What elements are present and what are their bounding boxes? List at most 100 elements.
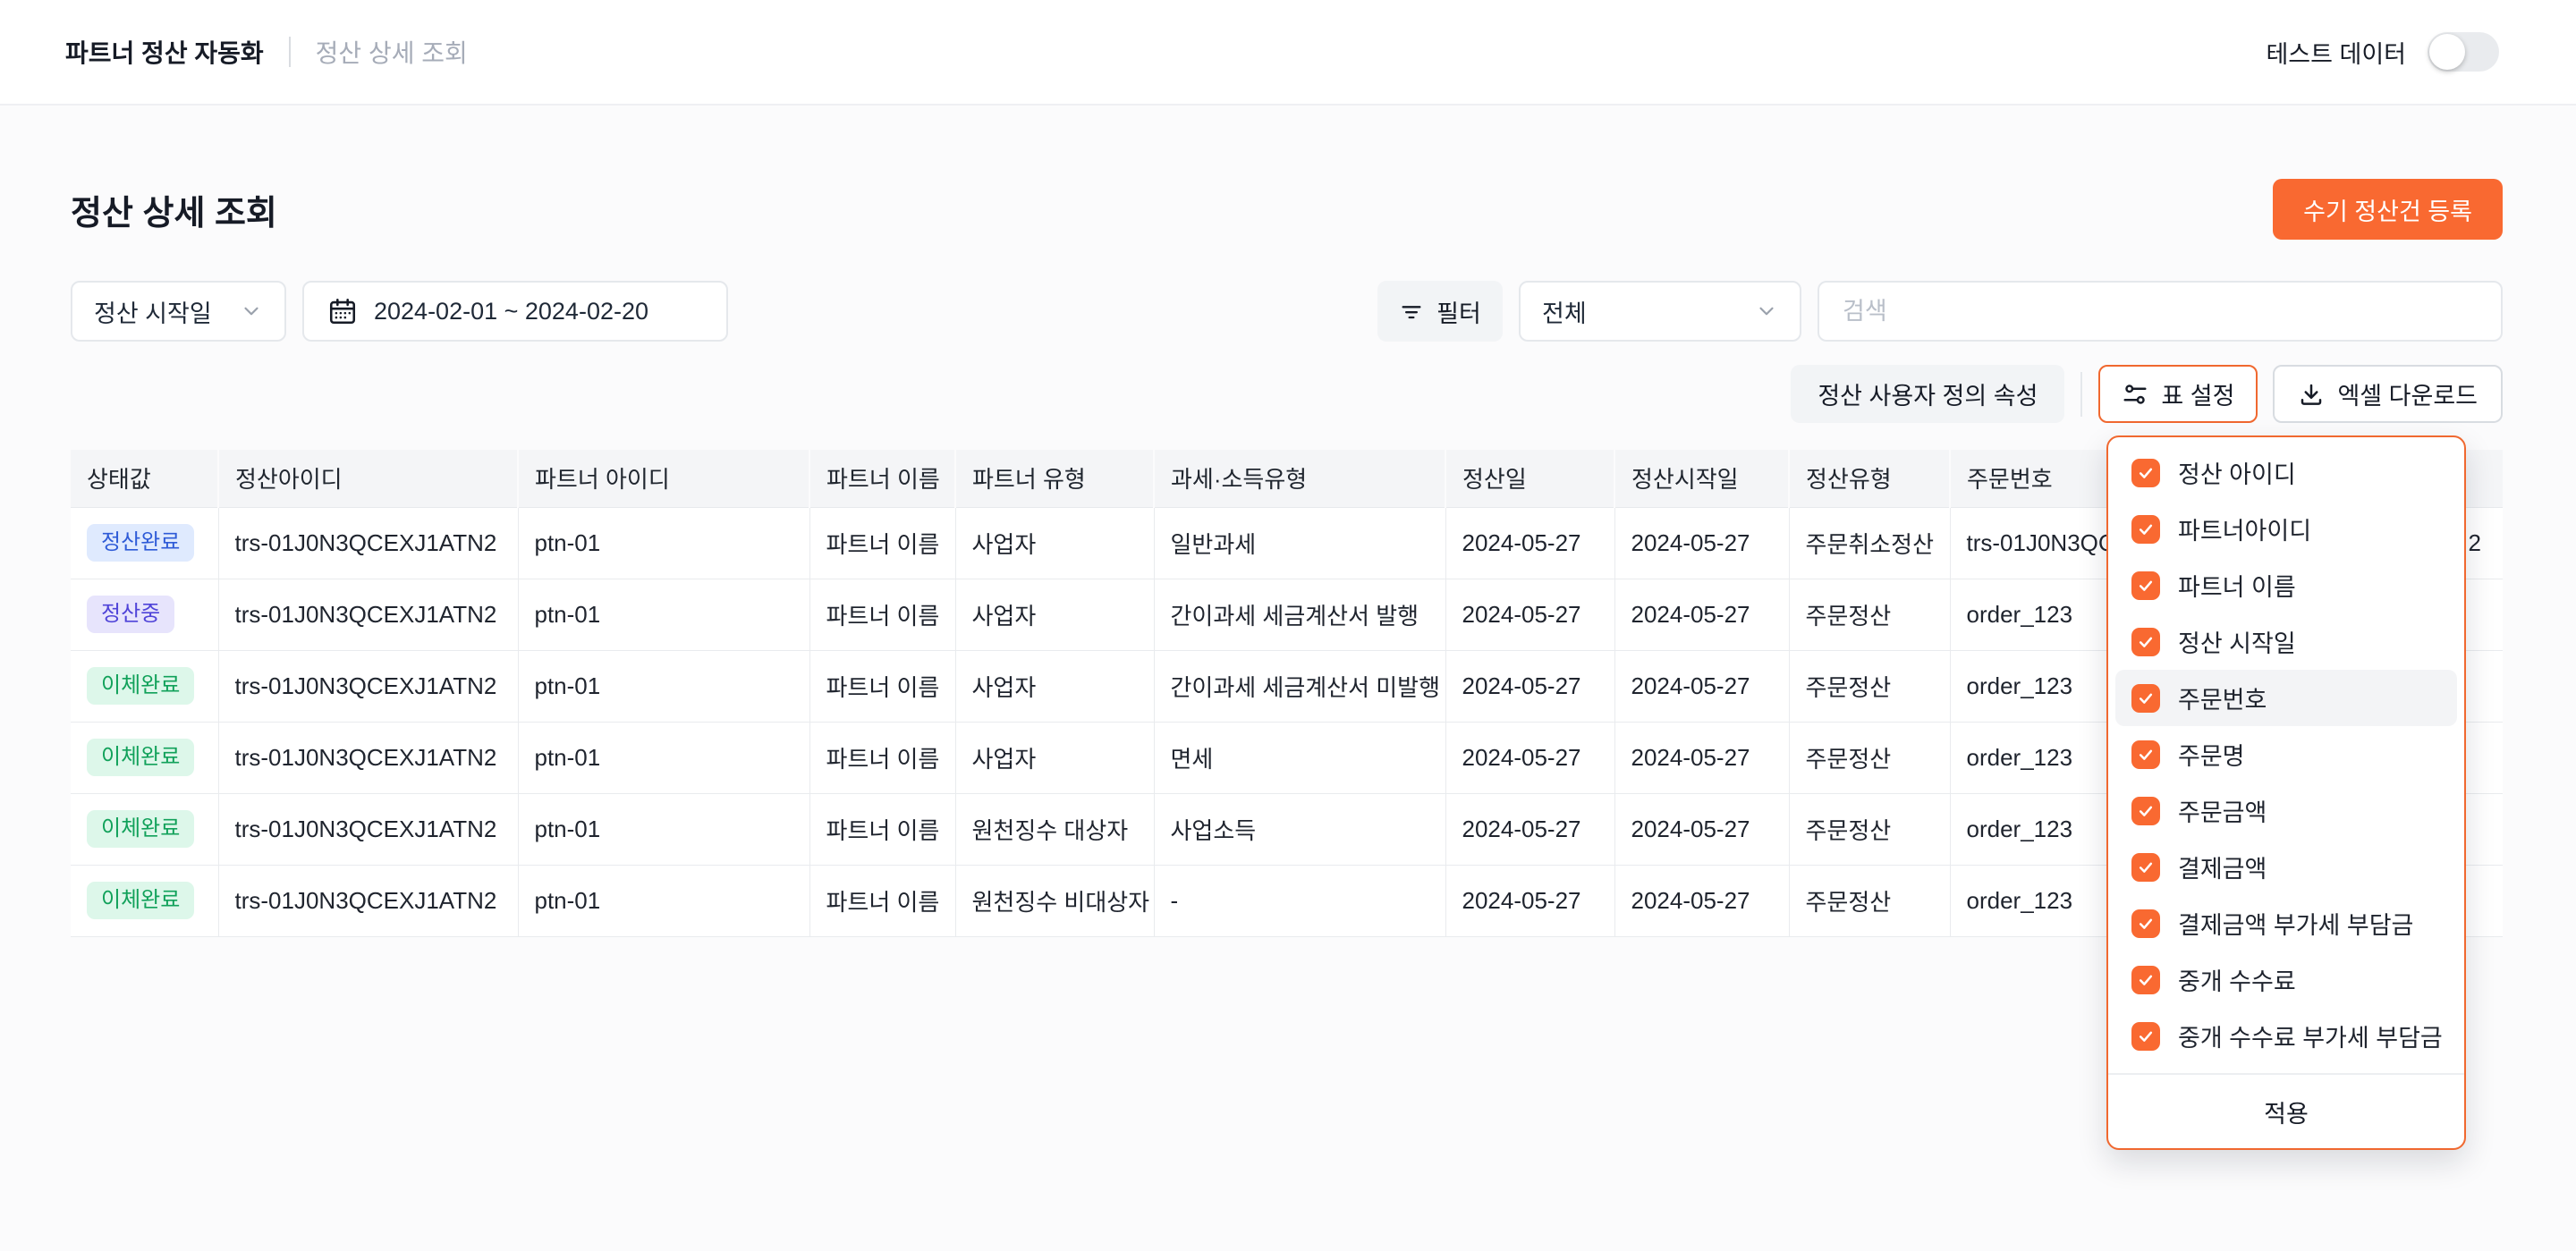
table-cell: ptn-01 [518,865,809,936]
column-header[interactable]: 파트너 이름 [809,450,955,507]
date-range-value: 2024-02-01 ~ 2024-02-20 [374,298,648,325]
status-badge: 정산완료 [87,524,194,562]
status-cell: 이체완료 [71,722,218,793]
table-cell: trs-01J0N3QCEXJ1ATN2 [218,722,518,793]
column-toggle-label: 파트너아이디 [2178,511,2311,546]
checkbox-checked-icon[interactable] [2131,628,2160,656]
table-cell: 원천징수 비대상자 [955,865,1154,936]
table-cell: 2024-05-27 [1445,579,1614,650]
column-header[interactable]: 정산시작일 [1614,450,1789,507]
column-toggle-item[interactable]: 정산 시작일 [2115,613,2457,670]
table-cell: 2024-05-27 [1614,507,1789,579]
calendar-icon [327,296,358,326]
table-cell: 2024-05-27 [1614,722,1789,793]
column-header[interactable]: 과세·소득유형 [1154,450,1445,507]
table-cell: trs-01J0N3QCEXJ1ATN2 [218,865,518,936]
table-cell: 주문정산 [1789,865,1950,936]
table-cell: 주문정산 [1789,722,1950,793]
column-toggle-item[interactable]: 주문번호 [2115,670,2457,726]
table-cell: 간이과세 세금계산서 미발행 [1154,650,1445,722]
checkbox-checked-icon[interactable] [2131,684,2160,713]
table-cell: ptn-01 [518,579,809,650]
filter-button[interactable]: 필터 [1377,281,1503,342]
table-settings-label: 표 설정 [2161,376,2234,411]
status-cell: 정산완료 [71,507,218,579]
table-cell: 2024-05-27 [1445,793,1614,865]
table-cell: 파트너 이름 [809,650,955,722]
column-toggle-item[interactable]: 주문명 [2115,726,2457,782]
column-toggle-label: 파트너 이름 [2178,568,2296,603]
table-cell: ptn-01 [518,722,809,793]
table-cell: 주문정산 [1789,793,1950,865]
test-data-label: 테스트 데이터 [2266,35,2406,70]
status-badge: 이체완료 [87,739,194,776]
checkbox-checked-icon[interactable] [2131,740,2160,769]
custom-attributes-button[interactable]: 정산 사용자 정의 속성 [1791,365,2064,423]
column-header[interactable]: 상태값 [71,450,218,507]
filter-row: 정산 시작일 2024-02-01 ~ 2024-02-20 필터 전체 [71,281,2503,342]
column-header[interactable]: 파트너 유형 [955,450,1154,507]
column-toggle-item[interactable]: 중개 수수료 부가세 부담금 [2115,1008,2457,1064]
table-cell: trs-01J0N3QCEXJ1ATN2 [218,650,518,722]
date-range-picker[interactable]: 2024-02-01 ~ 2024-02-20 [302,281,728,342]
table-cell: ptn-01 [518,793,809,865]
column-header[interactable]: 정산아이디 [218,450,518,507]
table-cell: 2024-05-27 [1614,650,1789,722]
download-icon [2298,381,2325,408]
table-settings-button[interactable]: 표 설정 [2098,365,2258,423]
table-cell: 2024-05-27 [1614,865,1789,936]
apply-button[interactable]: 적용 [2108,1075,2464,1148]
column-toggle-item[interactable]: 파트너아이디 [2115,501,2457,557]
status-cell: 정산중 [71,579,218,650]
sliders-icon [2122,381,2148,408]
table-cell: 2024-05-27 [1614,579,1789,650]
breadcrumb: 파트너 정산 자동화 정산 상세 조회 [65,34,468,70]
status-badge: 이체완료 [87,882,194,919]
column-toggle-item[interactable]: 정산 아이디 [2115,444,2457,501]
breadcrumb-current: 정산 상세 조회 [316,34,468,70]
scope-select-value: 전체 [1542,294,1587,329]
search-input[interactable] [1818,281,2503,342]
checkbox-checked-icon[interactable] [2131,459,2160,487]
table-cell: 파트너 이름 [809,507,955,579]
status-cell: 이체완료 [71,865,218,936]
column-toggle-item[interactable]: 중개 수수료 [2115,951,2457,1008]
column-toggle-label: 결제금액 [2178,849,2267,884]
column-header[interactable]: 파트너 아이디 [518,450,809,507]
table-cell: 파트너 이름 [809,579,955,650]
table-cell: 사업자 [955,507,1154,579]
column-toggle-item[interactable]: 주문금액 [2115,782,2457,839]
column-toggle-label: 중개 수수료 [2178,962,2296,997]
column-toggle-label: 주문명 [2178,737,2245,772]
column-toggle-label: 주문번호 [2178,680,2267,715]
app-title[interactable]: 파트너 정산 자동화 [65,34,264,70]
table-cell: trs-01J0N3QCEXJ1ATN2 [218,579,518,650]
scope-select[interactable]: 전체 [1519,281,1801,342]
column-toggle-item[interactable]: 결제금액 부가세 부담금 [2115,895,2457,951]
column-toggle-item[interactable]: 결제금액 [2115,839,2457,895]
checkbox-checked-icon[interactable] [2131,1022,2160,1051]
checkbox-checked-icon[interactable] [2131,515,2160,544]
date-field-select[interactable]: 정산 시작일 [71,281,286,342]
table-cell: 파트너 이름 [809,722,955,793]
column-header[interactable]: 정산유형 [1789,450,1950,507]
checkbox-checked-icon[interactable] [2131,853,2160,882]
table-toolbar: 정산 사용자 정의 속성 표 설정 엑셀 다운로드 [1791,365,2503,423]
excel-download-button[interactable]: 엑셀 다운로드 [2273,365,2503,423]
table-cell: 2024-05-27 [1614,793,1789,865]
checkbox-checked-icon[interactable] [2131,966,2160,994]
table-settings-dropdown: 정산 아이디파트너아이디파트너 이름정산 시작일주문번호주문명주문금액결제금액결… [2106,435,2466,1150]
table-cell: 파트너 이름 [809,793,955,865]
column-toggle-item[interactable]: 파트너 이름 [2115,557,2457,613]
test-data-toggle[interactable] [2428,32,2499,72]
table-cell: 사업소득 [1154,793,1445,865]
table-cell: 2024-05-27 [1445,507,1614,579]
column-header[interactable]: 정산일 [1445,450,1614,507]
toggle-knob [2429,34,2465,70]
checkbox-checked-icon[interactable] [2131,571,2160,600]
checkbox-checked-icon[interactable] [2131,909,2160,938]
checkbox-checked-icon[interactable] [2131,797,2160,825]
column-toggle-label: 주문금액 [2178,793,2267,828]
manual-settlement-register-button[interactable]: 수기 정산건 등록 [2273,179,2503,240]
table-cell: 주문정산 [1789,650,1950,722]
